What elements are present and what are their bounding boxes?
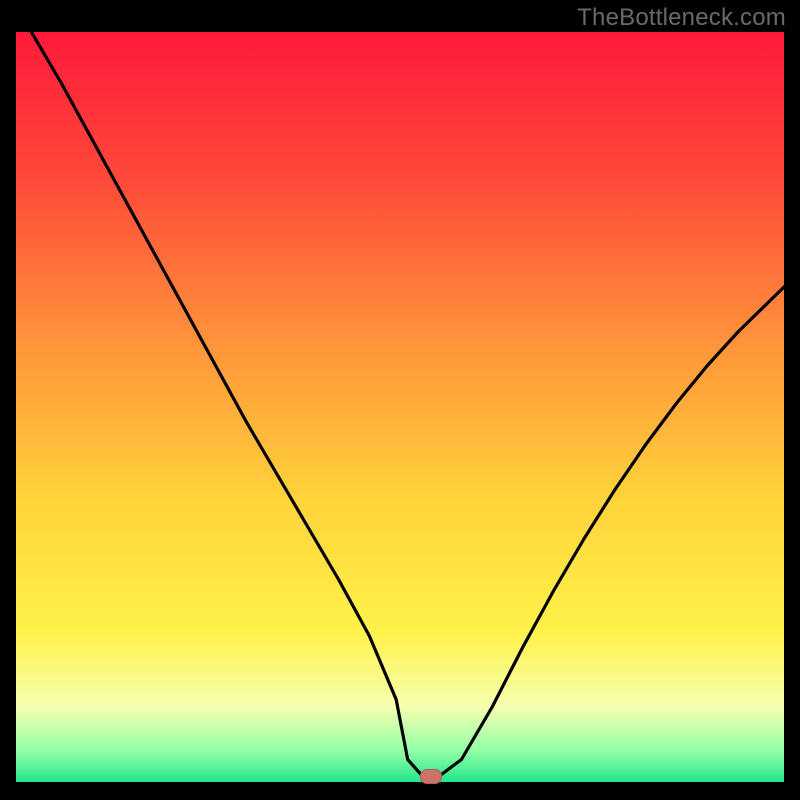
watermark-text: TheBottleneck.com (577, 4, 786, 32)
plot-svg (16, 32, 784, 782)
chart-frame: TheBottleneck.com (0, 0, 800, 800)
plot-area (16, 32, 784, 782)
optimal-marker (420, 769, 442, 784)
gradient-background (16, 32, 784, 782)
